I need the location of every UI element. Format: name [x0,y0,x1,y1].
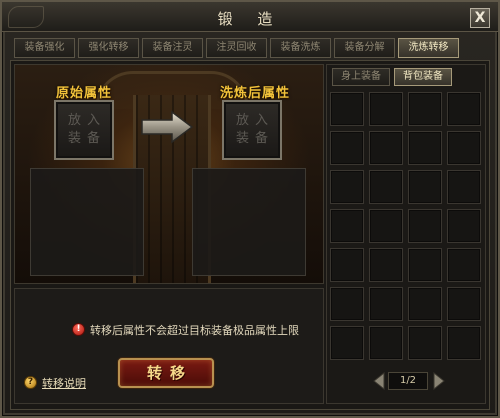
tab-enhance-transfer[interactable]: 强化转移 [78,38,139,58]
inventory-slot[interactable] [330,326,364,360]
page-indicator: 1/2 [388,372,428,390]
inventory-slot[interactable] [447,326,481,360]
close-button[interactable]: X [470,8,490,28]
refined-attributes-panel [192,168,306,276]
tab-equip-enhance[interactable]: 装备强化 [14,38,75,58]
tab-refine-transfer[interactable]: 洗炼转移 [398,38,459,58]
page-next-icon[interactable] [432,372,446,390]
inventory-slot[interactable] [330,92,364,126]
tab-equip-infuse[interactable]: 装备注灵 [142,38,203,58]
transfer-button[interactable]: 转移 [118,358,214,388]
inventory-slot[interactable] [330,209,364,243]
inventory-slot[interactable] [330,170,364,204]
inventory-subtabs: 身上装备 背包装备 [332,68,452,86]
inventory-slot[interactable] [447,287,481,321]
window-title: 锻 造 [217,10,283,28]
inventory-slot[interactable] [447,209,481,243]
slot-placeholder: 放入 装备 [235,113,274,146]
title-bar: 锻 造 X [2,2,498,32]
inventory-slot[interactable] [447,131,481,165]
arrow-right-icon [141,110,194,144]
transfer-limit-notice: 转移后属性不会超过目标装备极品属性上限 [90,324,299,337]
inventory-slot[interactable] [369,131,403,165]
inventory-slot[interactable] [408,131,442,165]
inventory-slot[interactable] [408,287,442,321]
inventory-slot[interactable] [408,326,442,360]
inventory-slot[interactable] [369,326,403,360]
exclamation-icon: ! [72,323,85,336]
source-equipment-slot[interactable]: 放入 装备 [54,100,114,160]
page-prev-icon[interactable] [372,372,386,390]
subtab-bag[interactable]: 背包装备 [394,68,452,86]
inventory-slot[interactable] [408,92,442,126]
inventory-slot[interactable] [369,248,403,282]
original-attributes-title: 原始属性 [56,86,113,101]
inventory-grid [330,92,484,360]
inventory-slot[interactable] [408,170,442,204]
inventory-slot[interactable] [369,170,403,204]
question-icon[interactable]: ? [24,376,37,389]
inventory-slot[interactable] [408,248,442,282]
tab-equip-refine[interactable]: 装备洗炼 [270,38,331,58]
inventory-slot[interactable] [369,209,403,243]
inventory-slot[interactable] [330,131,364,165]
inventory-slot[interactable] [408,209,442,243]
transfer-help-link[interactable]: 转移说明 [42,375,86,391]
tab-infuse-recycle[interactable]: 注灵回收 [206,38,267,58]
tab-equip-dismantle[interactable]: 装备分解 [334,38,395,58]
inventory-slot[interactable] [330,287,364,321]
subtab-equipped[interactable]: 身上装备 [332,68,390,86]
inventory-slot[interactable] [447,170,481,204]
slot-placeholder: 放入 装备 [67,113,106,146]
original-attributes-panel [30,168,144,276]
refined-attributes-title: 洗炼后属性 [220,86,291,101]
inventory-slot[interactable] [447,92,481,126]
inventory-slot[interactable] [369,287,403,321]
inventory-slot[interactable] [369,92,403,126]
inventory-slot[interactable] [330,248,364,282]
inventory-slot[interactable] [447,248,481,282]
target-equipment-slot[interactable]: 放入 装备 [222,100,282,160]
forge-tabs: 装备强化 强化转移 装备注灵 注灵回收 装备洗炼 装备分解 洗炼转移 [14,38,459,58]
